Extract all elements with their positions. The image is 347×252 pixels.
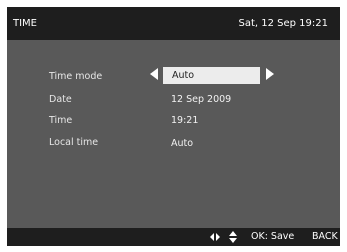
current-datetime: Sat, 12 Sep 19:21 — [238, 18, 328, 29]
local-time-value[interactable]: Auto — [171, 138, 193, 149]
left-right-arrows-icon — [210, 233, 220, 241]
date-value[interactable]: 12 Sep 2009 — [171, 94, 231, 105]
tv-menu-screen: TIME Sat, 12 Sep 19:21 Time mode Auto Da… — [7, 7, 340, 246]
time-mode-value: Auto — [172, 70, 195, 81]
time-value[interactable]: 19:21 — [171, 115, 198, 126]
back-hint: BACK — [312, 231, 338, 242]
menu-title: TIME — [13, 18, 38, 29]
date-label: Date — [49, 94, 72, 105]
time-mode-label: Time mode — [49, 71, 103, 82]
arrow-right-icon[interactable] — [266, 68, 274, 80]
arrow-left-icon[interactable] — [150, 68, 158, 80]
ok-save-hint: OK: Save — [251, 231, 295, 242]
header-bar: TIME Sat, 12 Sep 19:21 — [7, 7, 340, 40]
local-time-label: Local time — [49, 137, 99, 148]
time-mode-selector[interactable]: Auto — [163, 67, 260, 84]
up-down-arrows-icon — [229, 231, 237, 243]
footer-bar: OK: Save BACK — [7, 228, 340, 246]
time-label: Time — [49, 115, 73, 126]
